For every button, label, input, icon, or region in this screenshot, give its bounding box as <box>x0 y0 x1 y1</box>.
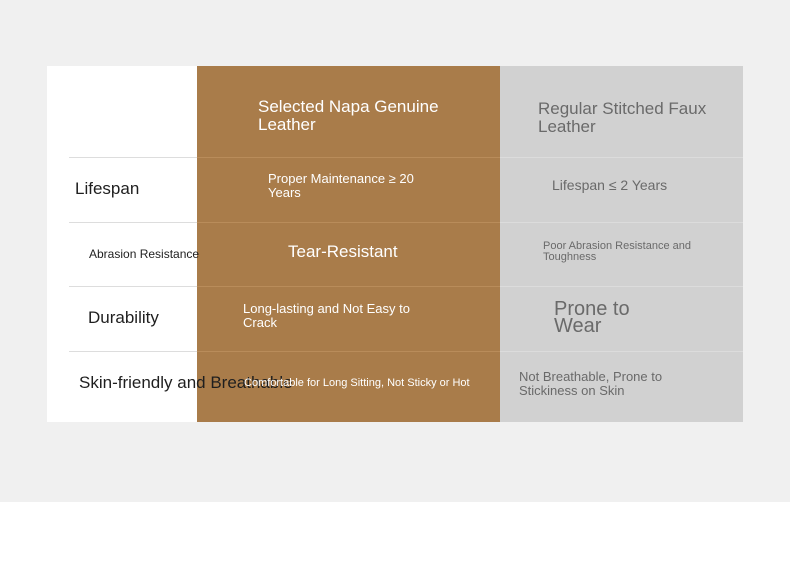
genuine-lifespan-cell: Proper Maintenance ≥ 20 Years <box>268 171 414 200</box>
row-divider <box>69 286 743 287</box>
header-faux-leather: Regular Stitched Faux Leather <box>538 99 707 136</box>
row-divider <box>69 222 743 223</box>
faux-durability-cell: Prone to Wear <box>554 298 630 337</box>
faux-lifespan-cell: Lifespan ≤ 2 Years <box>552 177 668 193</box>
row-label-durability: Durability <box>88 308 159 327</box>
row-divider <box>69 351 743 352</box>
row-label-lifespan: Lifespan <box>75 179 140 198</box>
row-label-abrasion-resistance: Abrasion Resistance <box>89 247 200 261</box>
genuine-durability-cell: Long-lasting and Not Easy to Crack <box>243 301 410 330</box>
genuine-abrasion-cell: Tear-Resistant <box>288 242 398 261</box>
faux-skin-friendly-cell: Not Breathable, Prone to Stickiness on S… <box>519 369 663 398</box>
header-genuine-leather: Selected Napa Genuine Leather <box>258 97 439 134</box>
genuine-skin-friendly-cell: Comfortable for Long Sitting, Not Sticky… <box>244 377 470 389</box>
faux-abrasion-cell: Poor Abrasion Resistance and Toughness <box>543 240 691 263</box>
row-divider <box>69 157 743 158</box>
